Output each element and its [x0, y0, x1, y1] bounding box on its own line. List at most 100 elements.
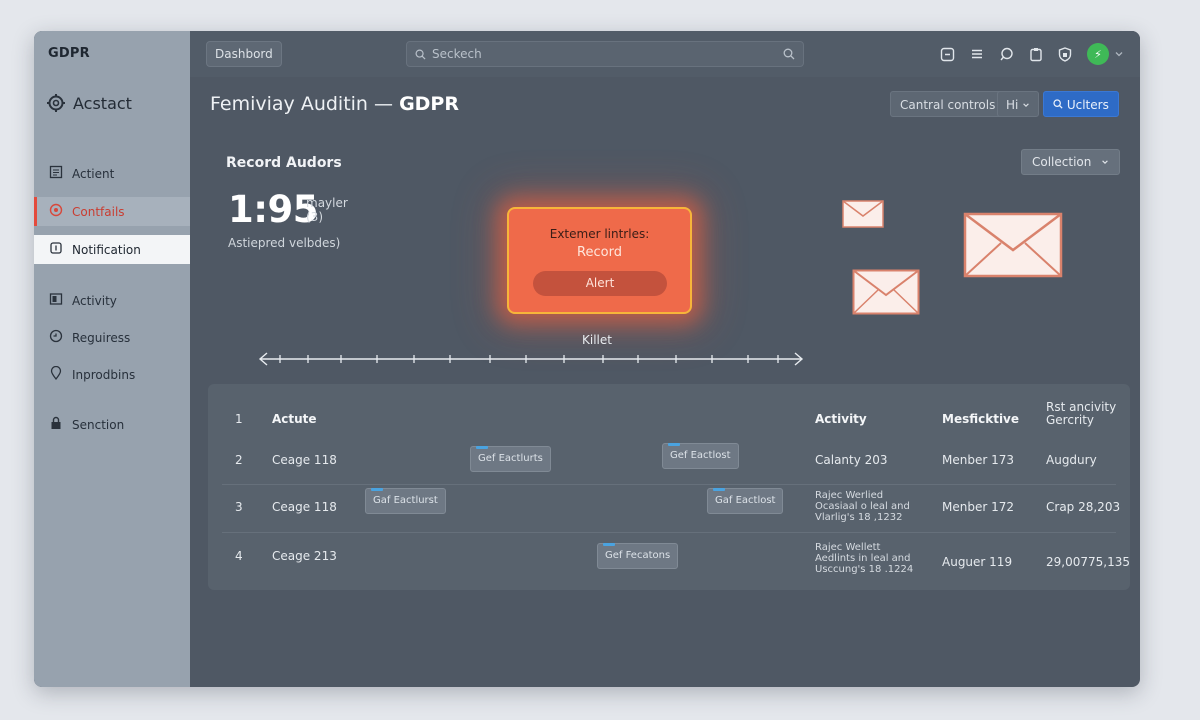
sidebar-item-notification[interactable]: Notification	[34, 235, 190, 264]
metric-unit-label: mayler	[306, 196, 348, 210]
alert-button[interactable]: Alert	[533, 271, 667, 296]
record-section-title: Record Audors	[226, 155, 342, 171]
envelope-icon	[963, 212, 1063, 282]
users-button[interactable]: Uclters	[1043, 91, 1119, 117]
metric-unit: mayler (3)	[306, 196, 348, 224]
row-number: 3	[235, 500, 243, 514]
timeline-label: Killet	[582, 333, 612, 347]
top-icon-bar: ⚡	[940, 43, 1124, 65]
search-submit-icon[interactable]	[783, 45, 795, 64]
chat-icon[interactable]	[999, 47, 1014, 62]
users-label: Uclters	[1066, 98, 1109, 112]
collection-dropdown[interactable]: Collection	[1021, 149, 1121, 175]
tag-chip[interactable]: Gef Fecatons	[597, 543, 679, 569]
collection-label: Collection	[1032, 155, 1092, 169]
row-activity-line: Rajec Werlied	[815, 490, 884, 501]
row-number: 1	[235, 412, 243, 426]
dashboard-button[interactable]: Dashbord	[206, 41, 282, 67]
chevron-down-icon	[1022, 98, 1030, 112]
requests-icon	[49, 329, 63, 346]
sidebar-item-label: Actient	[72, 166, 115, 181]
clipboard-icon[interactable]	[1029, 47, 1043, 62]
row-number: 2	[235, 453, 243, 467]
column-header-activity[interactable]: Activity	[815, 412, 867, 426]
app-logo[interactable]: GDPR	[48, 46, 90, 61]
chevron-down-icon	[1101, 155, 1109, 169]
activity-icon	[49, 292, 63, 309]
alert-title: Extemer lintrles:	[549, 227, 650, 241]
row-activity: Rajec Werlied Ocasiaal o leal and Vlarli…	[815, 490, 910, 523]
metric-subtitle: Astiepred velbdes)	[228, 236, 341, 250]
search-placeholder: Seckech	[432, 47, 482, 61]
chevron-down-icon[interactable]	[1114, 49, 1124, 59]
workspace-switcher[interactable]: Acstact	[46, 93, 132, 113]
envelope-icon	[852, 269, 920, 319]
row-name[interactable]: Ceage 118	[272, 453, 337, 467]
sidebar-item-label: Activity	[72, 293, 117, 308]
row-activity-line: Rajec Wellett	[815, 542, 881, 553]
location-pin-icon	[49, 365, 63, 383]
gear-icon	[46, 93, 66, 113]
sidebar: GDPR Acstact Actient Contfails Notificat…	[34, 31, 190, 687]
sidebar-item-senction[interactable]: Senction	[34, 410, 190, 439]
search-icon	[1053, 98, 1063, 112]
tag-chip[interactable]: Gaf Eactlurst	[365, 488, 446, 514]
sidebar-item-label: Notification	[72, 242, 141, 257]
sidebar-item-label: Reguiress	[72, 330, 131, 345]
page-title-separator: —	[367, 93, 400, 115]
central-controls-button[interactable]: Cantral controls	[890, 91, 1006, 117]
row-last: Augdury	[1046, 453, 1097, 467]
sidebar-item-label: Contfails	[72, 204, 125, 219]
column-header-actute[interactable]: Actute	[272, 412, 317, 426]
row-last: Crap 28,203	[1046, 500, 1121, 514]
metric-unit-count: (3)	[306, 210, 323, 224]
sidebar-item-reguiress[interactable]: Reguiress	[34, 323, 190, 352]
page-title-text: Femiviay Auditin	[210, 93, 368, 115]
row-member: Auguer 119	[942, 555, 1013, 569]
row-activity-line: Aedlints in leal and	[815, 553, 911, 564]
sidebar-item-inprodbins[interactable]: Inprodbins	[34, 360, 190, 389]
row-name[interactable]: Ceage 213	[272, 549, 337, 563]
row-name[interactable]: Ceage 118	[272, 500, 337, 514]
column-header-last[interactable]: Rst ancivity Gercrity	[1046, 401, 1116, 427]
row-activity-line: Usccung's 18 .1224	[815, 564, 914, 575]
sidebar-item-contfails[interactable]: Contfails	[34, 197, 190, 226]
row-divider	[222, 484, 1116, 485]
timeline-axis[interactable]	[258, 351, 804, 371]
app-window: GDPR Acstact Actient Contfails Notificat…	[34, 31, 1140, 687]
workspace-name: Acstact	[73, 93, 132, 113]
top-bar: Dashbord Seckech ⚡	[190, 31, 1140, 77]
column-header-mesfictive[interactable]: Mesficktive	[942, 412, 1019, 426]
sidebar-item-activity[interactable]: Activity	[34, 286, 190, 315]
alert-record-label: Record	[577, 245, 622, 260]
alert-card: Extemer lintrles: Record Alert	[507, 207, 692, 314]
user-avatar[interactable]: ⚡	[1087, 43, 1109, 65]
sidebar-item-label: Senction	[72, 417, 125, 432]
tag-chip[interactable]: Gef Eactlost	[662, 443, 739, 469]
hi-label: Hi	[1006, 98, 1019, 112]
row-divider	[222, 532, 1116, 533]
monitor-icon[interactable]	[940, 47, 955, 62]
metric-value: 1:95	[228, 188, 319, 231]
hi-dropdown[interactable]: Hi	[997, 91, 1040, 117]
page-title: Femiviay Auditin — GDPR	[210, 93, 459, 115]
row-last: 29,00775,135	[1046, 555, 1130, 569]
search-input[interactable]: Seckech	[406, 41, 804, 67]
row-activity-line: Vlarlig's 18 ,1232	[815, 512, 903, 523]
row-activity-line: Ocasiaal o leal and	[815, 501, 910, 512]
sidebar-item-actient[interactable]: Actient	[34, 159, 190, 188]
page-title-strong: GDPR	[399, 93, 459, 115]
tag-chip[interactable]: Gef Eactlurts	[470, 446, 551, 472]
menu-icon[interactable]	[970, 47, 984, 61]
audit-table: 1 Actute Activity Mesficktive Rst ancivi…	[208, 384, 1130, 590]
row-member: Menber 173	[942, 453, 1014, 467]
shield-icon[interactable]	[1058, 46, 1072, 62]
search-icon	[415, 45, 426, 64]
list-icon	[49, 165, 63, 182]
envelope-icon	[842, 200, 884, 232]
sidebar-item-label: Inprodbins	[72, 367, 136, 382]
row-activity: Rajec Wellett Aedlints in leal and Usccu…	[815, 542, 913, 575]
tag-chip[interactable]: Gaf Eactlost	[707, 488, 784, 514]
lock-icon	[49, 416, 63, 433]
target-icon	[49, 203, 63, 220]
